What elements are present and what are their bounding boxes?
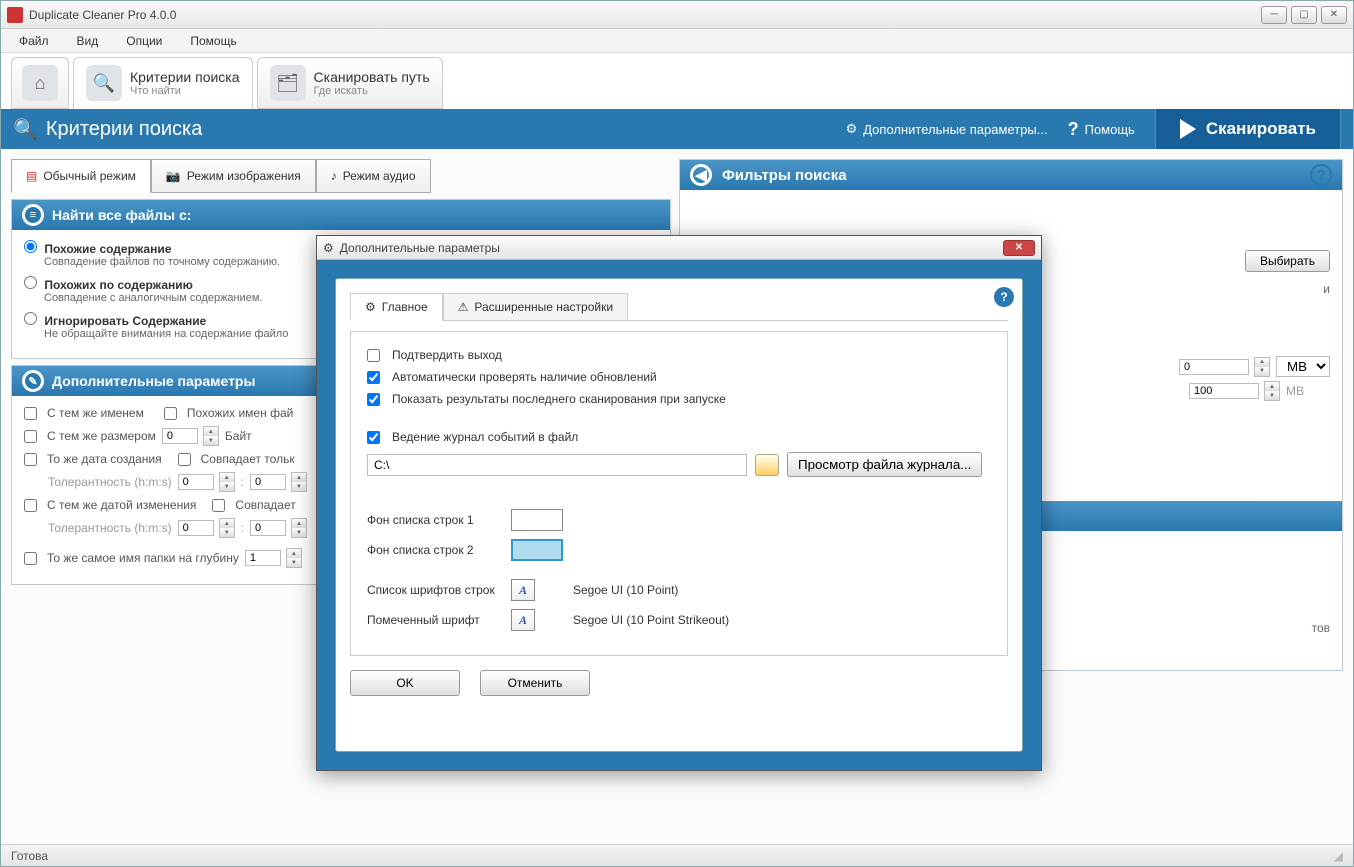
tab-title: Сканировать путь: [314, 69, 430, 85]
ok-button[interactable]: OK: [350, 670, 460, 696]
filters-title: Фильтры поиска: [722, 167, 847, 184]
browse-folder-button[interactable]: [755, 454, 779, 476]
tab-subtitle: Что найти: [130, 85, 240, 97]
chk-show-last[interactable]: [367, 393, 380, 406]
maximize-button[interactable]: ▢: [1291, 6, 1317, 24]
chk-same-size[interactable]: [24, 430, 37, 443]
window-title: Duplicate Cleaner Pro 4.0.0: [29, 8, 1257, 22]
dialog-title: Дополнительные параметры: [340, 241, 500, 255]
minimize-button[interactable]: ─: [1261, 6, 1287, 24]
folder-scan-icon: 🗂: [270, 65, 306, 101]
section-icon: ≡: [22, 204, 44, 226]
same-size-value[interactable]: [162, 428, 198, 444]
font-marked-button[interactable]: A: [511, 609, 535, 631]
advanced-settings-dialog: ⚙ Дополнительные параметры ✕ ? ⚙ Главное…: [316, 235, 1042, 771]
radio-ignore-content[interactable]: [24, 312, 37, 325]
status-text: Готова: [11, 849, 48, 863]
tab-extended[interactable]: ⚠ Расширенные настройки: [443, 293, 628, 321]
advanced-link[interactable]: ⚙ Дополнительные параметры...: [846, 121, 1048, 137]
tol-h1[interactable]: [178, 474, 214, 490]
question-icon: ?: [1068, 119, 1079, 140]
tol-m1[interactable]: [250, 474, 286, 490]
cancel-button[interactable]: Отменить: [480, 670, 590, 696]
magnifier-icon: 🔍: [86, 65, 122, 101]
music-icon: ♪: [331, 169, 337, 183]
home-icon: ⌂: [22, 65, 58, 101]
radio-similar-content[interactable]: [24, 276, 37, 289]
menu-options[interactable]: Опции: [116, 32, 172, 50]
magnifier-icon: 🔍: [13, 117, 38, 142]
resize-grip[interactable]: ◢: [1334, 849, 1343, 863]
menubar: Файл Вид Опции Помощь: [1, 29, 1353, 53]
tol-m2[interactable]: [250, 520, 286, 536]
warning-icon: ⚠: [458, 300, 469, 314]
log-path-input[interactable]: [367, 454, 747, 476]
chk-confirm-exit[interactable]: [367, 349, 380, 362]
select-button[interactable]: Выбирать: [1245, 250, 1330, 272]
chk-match-only-modified[interactable]: [212, 499, 225, 512]
gear-icon: ⚙: [846, 121, 858, 137]
chk-match-only-created[interactable]: [178, 453, 191, 466]
help-icon[interactable]: ?: [994, 287, 1014, 307]
help-icon[interactable]: ?: [1310, 164, 1332, 186]
chk-auto-update[interactable]: [367, 371, 380, 384]
tab-audio-mode[interactable]: ♪ Режим аудио: [316, 159, 431, 193]
tab-regular-mode[interactable]: ▤ Обычный режим: [11, 159, 151, 193]
camera-icon: 📷: [166, 169, 181, 183]
chk-same-modified[interactable]: [24, 499, 37, 512]
max-size[interactable]: [1189, 383, 1259, 399]
app-icon: [7, 7, 23, 23]
page-title: Критерии поиска: [46, 118, 202, 141]
tab-search-criteria[interactable]: 🔍 Критерии поиска Что найти: [73, 57, 253, 109]
dialog-close-button[interactable]: ✕: [1003, 240, 1035, 256]
row-bg2-color[interactable]: [511, 539, 563, 561]
chk-same-name[interactable]: [24, 407, 37, 420]
close-button[interactable]: ✕: [1321, 6, 1347, 24]
play-icon: [1180, 119, 1196, 139]
doc-icon: ▤: [26, 169, 37, 183]
tab-scan-path[interactable]: 🗂 Сканировать путь Где искать: [257, 57, 443, 109]
tab-main[interactable]: ⚙ Главное: [350, 293, 443, 321]
chk-same-folder[interactable]: [24, 552, 37, 565]
view-log-button[interactable]: Просмотр файла журнала...: [787, 452, 982, 477]
menu-file[interactable]: Файл: [9, 32, 59, 50]
chk-similar-names[interactable]: [164, 407, 177, 420]
help-link[interactable]: ? Помощь: [1068, 119, 1135, 140]
row-bg1-color[interactable]: [511, 509, 563, 531]
chk-log-events[interactable]: [367, 431, 380, 444]
gear-icon: ⚙: [365, 300, 376, 314]
header-band: 🔍 Критерии поиска ⚙ Дополнительные парам…: [1, 109, 1353, 149]
tab-image-mode[interactable]: 📷 Режим изображения: [151, 159, 316, 193]
folder-depth[interactable]: [245, 550, 281, 566]
mode-tabs: ▤ Обычный режим 📷 Режим изображения ♪ Ре…: [11, 159, 671, 193]
gear-icon: ⚙: [323, 241, 334, 255]
radio-same-content[interactable]: [24, 240, 37, 253]
font-list-button[interactable]: A: [511, 579, 535, 601]
chk-same-created[interactable]: [24, 453, 37, 466]
spin-buttons[interactable]: ▲▼: [203, 426, 219, 446]
tab-title: Критерии поиска: [130, 69, 240, 85]
dialog-titlebar: ⚙ Дополнительные параметры ✕: [317, 236, 1041, 260]
tol-h2[interactable]: [178, 520, 214, 536]
tab-subtitle: Где искать: [314, 85, 430, 97]
filter-icon: ◀: [690, 164, 712, 186]
min-size[interactable]: [1179, 359, 1249, 375]
toolbar: ⌂ 🔍 Критерии поиска Что найти 🗂 Сканиров…: [1, 53, 1353, 109]
scan-button[interactable]: Сканировать: [1155, 109, 1341, 149]
statusbar: Готова ◢: [1, 844, 1353, 866]
home-button[interactable]: ⌂: [11, 57, 69, 109]
tools-icon: ✎: [22, 370, 44, 392]
unit-select[interactable]: MB: [1276, 356, 1330, 377]
menu-view[interactable]: Вид: [67, 32, 109, 50]
titlebar: Duplicate Cleaner Pro 4.0.0 ─ ▢ ✕: [1, 1, 1353, 29]
menu-help[interactable]: Помощь: [180, 32, 246, 50]
